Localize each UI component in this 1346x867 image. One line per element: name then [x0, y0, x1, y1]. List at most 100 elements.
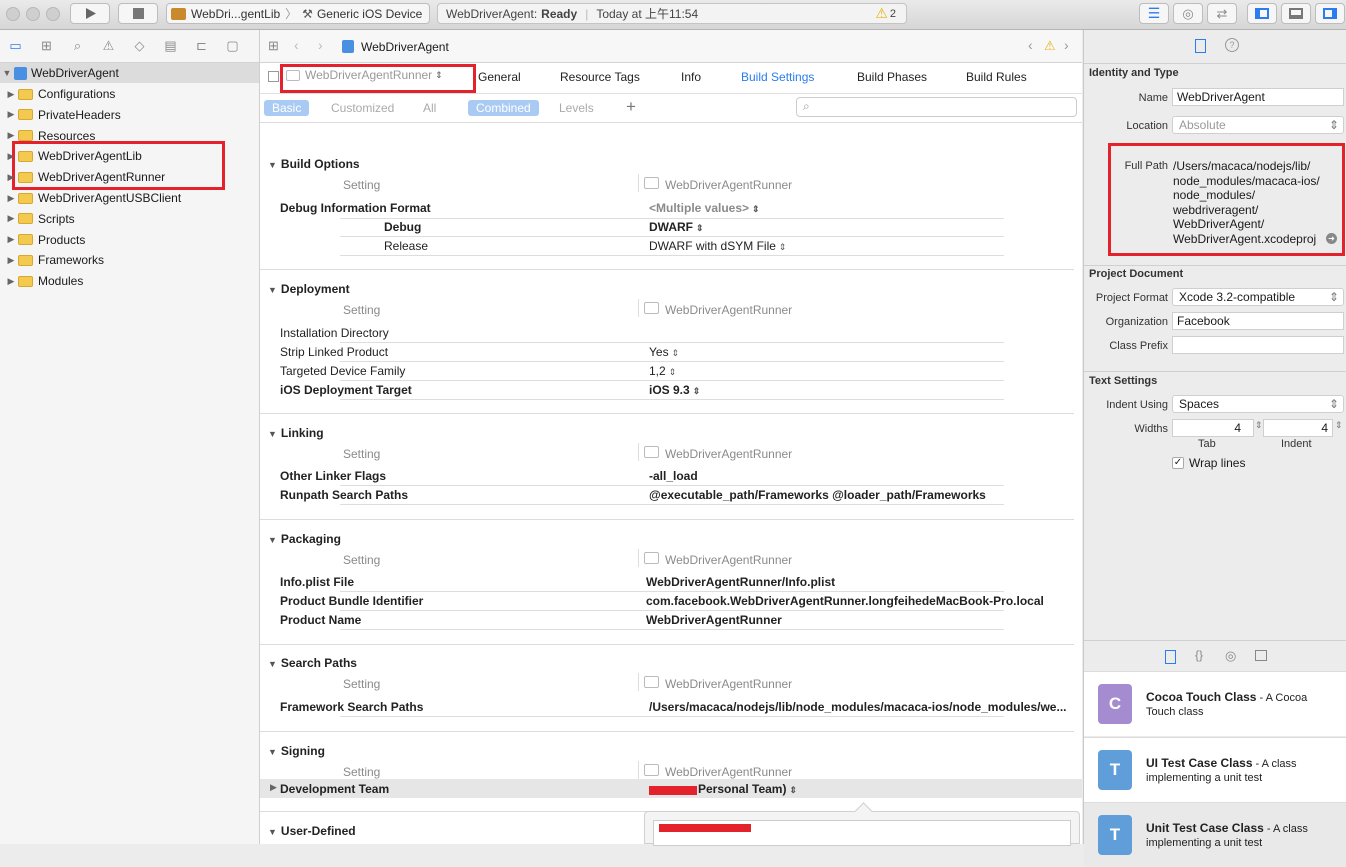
navigator-item[interactable]: ▶ PrivateHeaders — [0, 105, 259, 125]
setting-label[interactable]: Targeted Device Family — [280, 364, 405, 378]
navigator-item[interactable]: ▶ Frameworks — [0, 250, 259, 270]
setting-label[interactable]: iOS Deployment Target — [280, 383, 412, 397]
tab-build-rules[interactable]: Build Rules — [966, 70, 1027, 84]
setting-value[interactable]: @executable_path/Frameworks @loader_path… — [649, 488, 986, 502]
disclosure-closed-icon[interactable]: ▶ — [4, 109, 18, 120]
disclosure-open-icon[interactable]: ▼ — [268, 429, 277, 439]
disclosure-closed-icon[interactable]: ▶ — [4, 193, 18, 204]
navigator-item[interactable]: ▶ Scripts — [0, 209, 259, 229]
navigator-item[interactable]: ▶ Modules — [0, 271, 259, 291]
scheme-selector[interactable]: WebDri...gentLib 〉 ⚒ Generic iOS Device — [166, 3, 430, 24]
tab-resource-tags[interactable]: Resource Tags — [560, 70, 640, 84]
zoom-window-button[interactable] — [46, 7, 60, 21]
disclosure-closed-icon[interactable]: ▶ — [4, 172, 18, 183]
object-library-icon[interactable]: ◎ — [1225, 648, 1236, 664]
close-window-button[interactable] — [6, 7, 20, 21]
setting-label[interactable]: Release — [384, 239, 428, 253]
navigator-item[interactable]: ▶ WebDriverAgentLib — [0, 146, 259, 166]
setting-label[interactable]: Other Linker Flags — [280, 469, 386, 483]
tab-width-field[interactable]: 4 — [1172, 419, 1254, 437]
disclosure-closed-icon[interactable]: ▶ — [4, 234, 18, 245]
grid-icon[interactable]: ⊞ — [268, 38, 279, 54]
setting-value[interactable]: WebDriverAgentRunner — [646, 613, 782, 627]
setting-value[interactable]: WebDriverAgentRunner/Info.plist — [646, 575, 835, 589]
tab-general[interactable]: General — [478, 70, 521, 84]
warning-count[interactable]: 2 — [890, 8, 896, 20]
media-library-icon[interactable] — [1255, 650, 1267, 661]
disclosure-open-icon[interactable]: ▼ — [268, 535, 277, 545]
filter-levels[interactable]: Levels — [551, 100, 602, 116]
setting-value[interactable]: Personal Team) ⇕ — [698, 782, 797, 796]
file-template-icon[interactable] — [1165, 650, 1176, 664]
file-icon[interactable] — [1195, 39, 1206, 53]
report-icon[interactable]: ▢ — [217, 38, 248, 54]
setting-value[interactable]: com.facebook.WebDriverAgentRunner.longfe… — [646, 594, 1044, 608]
navigator-item[interactable]: ▶ Configurations — [0, 84, 259, 104]
organization-field[interactable]: Facebook — [1172, 312, 1344, 330]
setting-label[interactable]: Info.plist File — [280, 575, 354, 589]
section-header[interactable]: ▼ User-Defined — [268, 824, 356, 838]
tab-build-phases[interactable]: Build Phases — [857, 70, 927, 84]
search-input[interactable] — [819, 99, 1073, 116]
disclosure-closed-icon[interactable]: ▶ — [4, 151, 18, 162]
setting-label[interactable]: Product Name — [280, 613, 361, 627]
navigator-item[interactable]: ▶ Resources — [0, 126, 259, 146]
disclosure-closed-icon[interactable]: ▶ — [4, 255, 18, 266]
navigator-item[interactable]: ▶ WebDriverAgentUSBClient — [0, 188, 259, 208]
section-header[interactable]: ▼ Build Options — [268, 157, 360, 171]
setting-value[interactable]: -all_load — [649, 469, 698, 483]
indent-width-stepper[interactable]: ⇕ — [1335, 420, 1343, 431]
debug-icon[interactable]: ▤ — [155, 38, 186, 54]
search-field[interactable]: ⌕ — [796, 97, 1077, 117]
project-root[interactable]: ▼ WebDriverAgent — [0, 63, 259, 83]
setting-value[interactable]: 1,2 ⇕ — [649, 364, 676, 378]
project-format-select[interactable]: Xcode 3.2-compatible ⇕ — [1172, 288, 1344, 306]
setting-label[interactable]: Framework Search Paths — [280, 700, 423, 714]
hierarchy-icon[interactable]: ⊞ — [31, 38, 62, 54]
version-editor-button[interactable]: ⇄ — [1207, 3, 1237, 24]
disclosure-open-icon[interactable]: ▼ — [268, 285, 277, 295]
warning-icon[interactable]: ⚠ — [875, 5, 888, 22]
filter-basic[interactable]: Basic — [264, 100, 310, 116]
setting-label[interactable]: Installation Directory — [280, 326, 389, 340]
setting-value[interactable]: /Users/macaca/nodejs/lib/node_modules/ma… — [649, 700, 1066, 714]
indent-width-field[interactable]: 4 — [1263, 419, 1333, 437]
toggle-navigator-button[interactable] — [1247, 3, 1277, 24]
warning-icon[interactable]: ⚠ — [93, 38, 124, 54]
stop-button[interactable] — [118, 3, 158, 24]
library-item[interactable]: T UI Test Case Class - A class implementin… — [1084, 736, 1346, 802]
assistant-editor-button[interactable]: ◎ — [1173, 3, 1203, 24]
filter-all[interactable]: All — [415, 100, 444, 116]
disclosure-closed-icon[interactable]: ▶ — [4, 130, 18, 141]
filter-customized[interactable]: Customized — [323, 100, 402, 116]
disclosure-open-icon[interactable]: ▼ — [268, 659, 277, 669]
breakpoint-icon[interactable]: ⊏ — [186, 38, 217, 54]
indent-using-select[interactable]: Spaces ⇕ — [1172, 395, 1344, 413]
prev-issue-icon[interactable]: ‹ — [1028, 37, 1033, 53]
disclosure-closed-icon[interactable]: ▶ — [4, 89, 18, 100]
section-header[interactable]: ▼ Search Paths — [268, 656, 357, 670]
code-snippet-icon[interactable]: {} — [1195, 648, 1203, 662]
filter-combined[interactable]: Combined — [468, 100, 539, 116]
disclosure-open-icon[interactable]: ▼ — [268, 827, 277, 837]
disclosure-open-icon[interactable]: ▼ — [268, 747, 277, 757]
disclosure-closed-icon[interactable]: ▶ — [4, 276, 18, 287]
navigator-item[interactable]: ▶ Products — [0, 230, 259, 250]
class-prefix-field[interactable] — [1172, 336, 1344, 354]
setting-label[interactable]: Product Bundle Identifier — [280, 594, 423, 608]
setting-label[interactable]: Debug Information Format — [280, 201, 431, 215]
warning-icon[interactable]: ⚠ — [1044, 38, 1056, 54]
setting-label[interactable]: Strip Linked Product — [280, 345, 388, 359]
add-setting-button[interactable]: + — [626, 97, 636, 117]
toggle-debug-area-button[interactable] — [1281, 3, 1311, 24]
section-header[interactable]: ▼ Packaging — [268, 532, 341, 546]
folder-icon[interactable]: ▭ — [0, 38, 31, 54]
wrap-lines-checkbox[interactable]: ✓ — [1172, 457, 1184, 469]
setting-value[interactable]: Yes ⇕ — [649, 345, 679, 359]
test-icon[interactable]: ◇ — [124, 38, 155, 54]
tab-info[interactable]: Info — [681, 70, 701, 84]
back-icon[interactable]: ‹ — [294, 37, 299, 53]
setting-value[interactable]: iOS 9.3 ⇕ — [649, 383, 700, 397]
help-icon[interactable]: ? — [1225, 38, 1239, 52]
forward-icon[interactable]: › — [318, 37, 323, 53]
